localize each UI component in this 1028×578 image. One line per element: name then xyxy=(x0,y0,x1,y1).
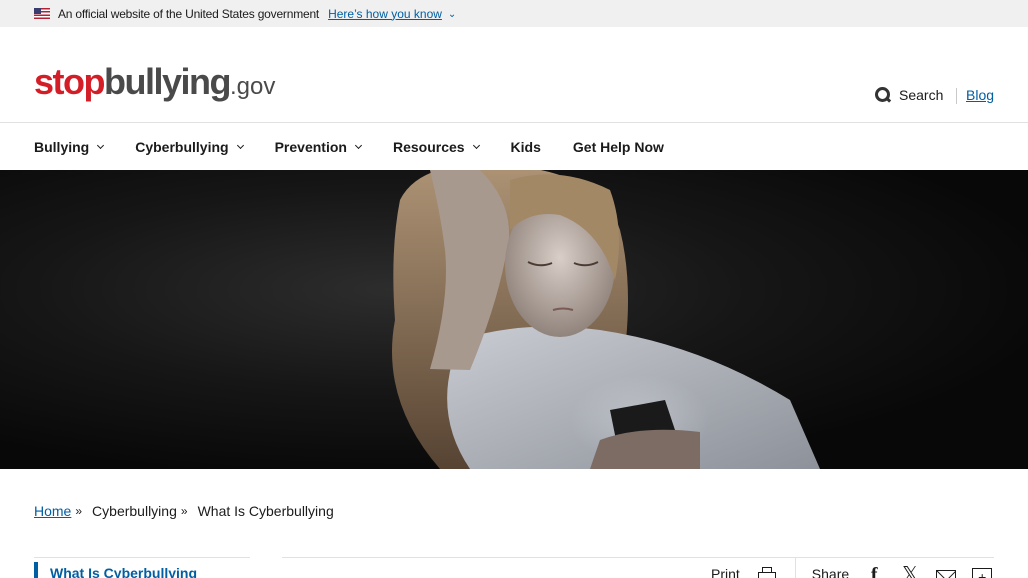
logo-bullying-text: bullying xyxy=(104,61,232,102)
breadcrumb-separator: » xyxy=(75,504,83,518)
official-website-text: An official website of the United States… xyxy=(58,6,320,21)
share-bar: Print Share f 𝕏 + xyxy=(711,558,993,578)
site-header: stop bullying .gov Search Blog xyxy=(0,27,1028,123)
gov-banner: An official website of the United States… xyxy=(0,0,1028,27)
search-button[interactable]: Search xyxy=(875,87,943,103)
facebook-icon[interactable]: f xyxy=(871,565,878,578)
breadcrumb-parent: Cyberbullying xyxy=(92,503,177,519)
chevron-down-icon xyxy=(97,141,105,150)
nav-item-label: Resources xyxy=(392,138,465,155)
breadcrumb-current: What Is Cyberbullying xyxy=(197,503,334,519)
header-divider xyxy=(956,88,957,104)
breadcrumb-separator: » xyxy=(180,504,188,518)
nav-item-bullying[interactable]: Bullying xyxy=(34,138,105,155)
search-label: Search xyxy=(899,87,944,103)
print-label[interactable]: Print xyxy=(711,566,740,578)
x-share-button[interactable]: 𝕏 xyxy=(899,564,921,578)
how-you-know-link[interactable]: Here’s how you know xyxy=(328,7,442,21)
logo-gov-text: .gov xyxy=(230,73,276,100)
sidenav-divider xyxy=(34,557,250,558)
chevron-down-icon xyxy=(236,141,244,150)
site-logo[interactable]: stop bullying .gov xyxy=(34,61,275,103)
logo-stop-text: stop xyxy=(34,61,106,102)
main-nav: Bullying Cyberbullying Prevention Resour… xyxy=(0,123,1028,170)
nav-item-label: Cyberbullying xyxy=(135,138,229,155)
x-icon[interactable]: 𝕏 xyxy=(902,564,918,578)
nav-item-label: Kids xyxy=(510,138,541,155)
nav-item-kids[interactable]: Kids xyxy=(511,139,541,155)
facebook-share-button[interactable]: f xyxy=(863,565,885,578)
nav-item-get-help-now[interactable]: Get Help Now xyxy=(573,139,664,155)
print-icon[interactable] xyxy=(757,567,776,578)
us-flag-icon xyxy=(34,8,50,19)
nav-item-label: Prevention xyxy=(274,138,347,155)
more-share-icon[interactable]: + xyxy=(972,568,993,578)
nav-item-label: Bullying xyxy=(34,138,90,155)
email-icon[interactable] xyxy=(936,570,957,578)
nav-item-resources[interactable]: Resources xyxy=(392,138,480,155)
content-divider xyxy=(282,557,994,558)
sidenav-item-what-is-cyberbullying[interactable]: What Is Cyberbullying xyxy=(34,562,250,578)
blog-link[interactable]: Blog xyxy=(966,87,994,103)
email-share-button[interactable] xyxy=(935,565,957,578)
hero-image xyxy=(0,170,1028,469)
share-label: Share xyxy=(811,566,850,578)
chevron-down-icon xyxy=(472,141,480,150)
nav-item-label: Get Help Now xyxy=(572,138,664,155)
chevron-down-icon xyxy=(354,141,362,150)
nav-item-cyberbullying[interactable]: Cyberbullying xyxy=(135,138,244,155)
hero-girl-illustration xyxy=(392,170,820,469)
breadcrumb: Home » Cyberbullying » What Is Cyberbull… xyxy=(34,503,334,519)
breadcrumb-home-link[interactable]: Home xyxy=(34,503,71,519)
more-share-button[interactable]: + xyxy=(971,565,993,578)
share-divider xyxy=(794,558,796,578)
search-icon[interactable] xyxy=(875,87,891,103)
chevron-down-icon[interactable]: ⌄ xyxy=(448,9,456,20)
nav-item-prevention[interactable]: Prevention xyxy=(274,138,362,155)
